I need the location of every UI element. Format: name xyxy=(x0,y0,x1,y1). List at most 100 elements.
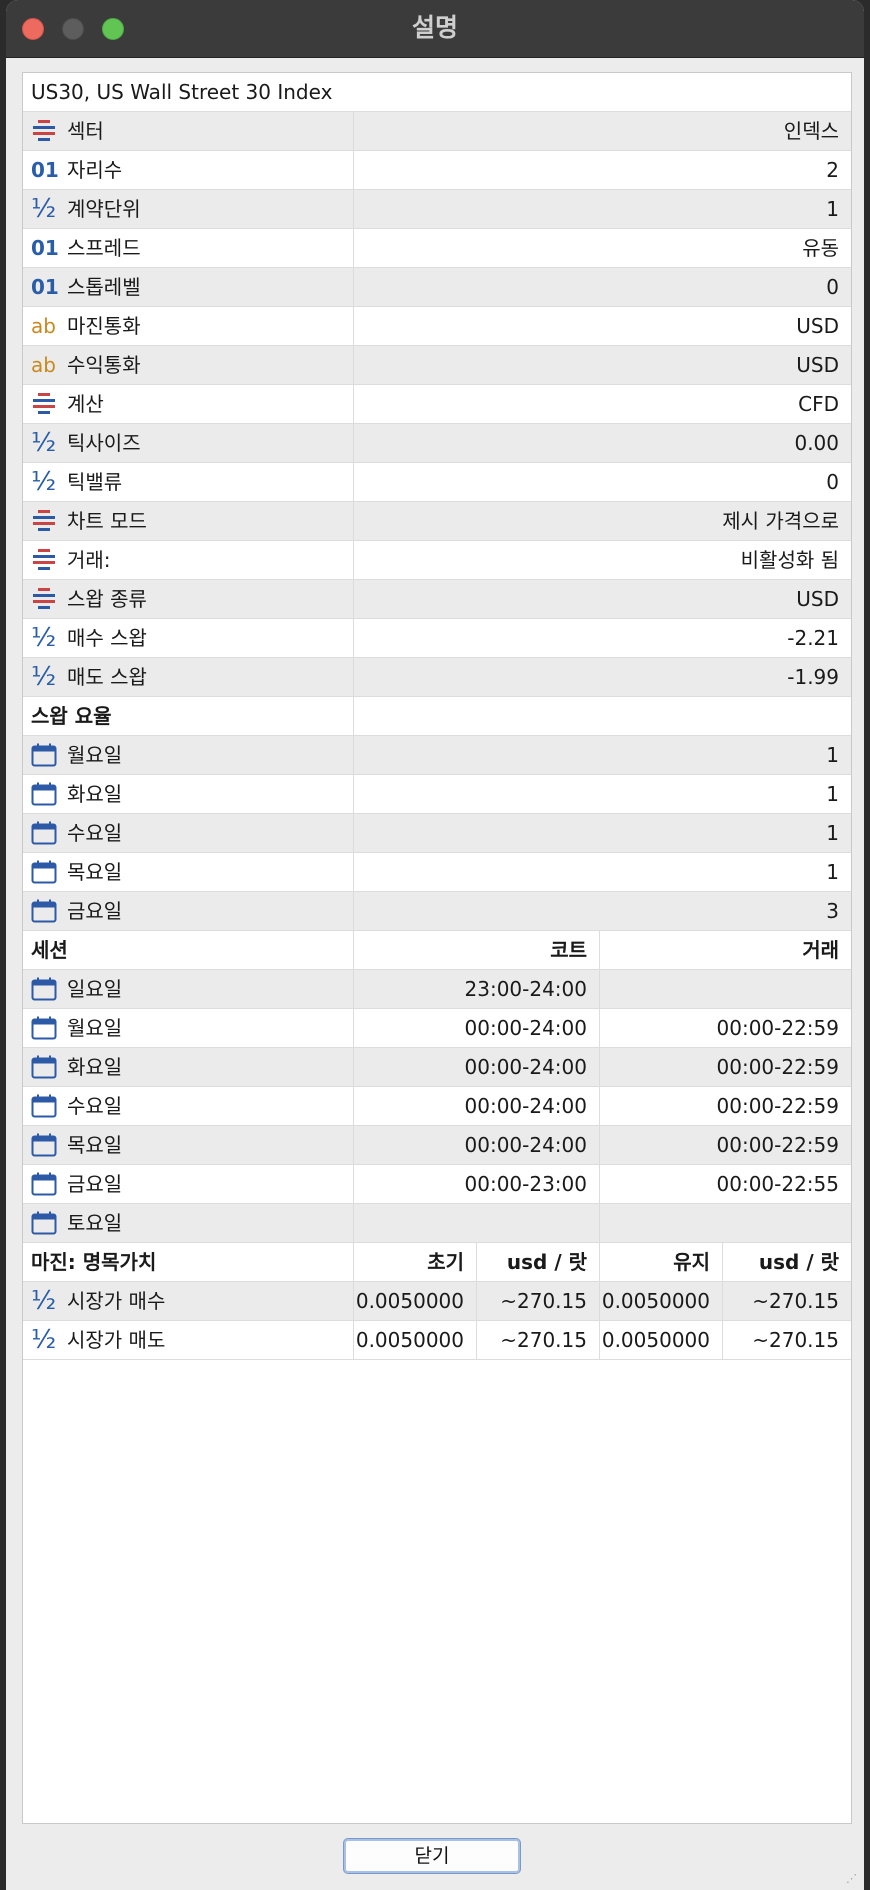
property-value: 비활성화 됨 xyxy=(353,541,851,579)
property-row[interactable]: 01 스톱레벨 0 xyxy=(23,268,851,307)
specification-table[interactable]: US30, US Wall Street 30 Index 섹터 인덱스 0 1 자리수… xyxy=(22,72,852,1824)
property-row[interactable]: 섹터 인덱스 xyxy=(23,112,851,151)
swap-rate-value: 1 xyxy=(353,814,851,852)
margin-header-row[interactable]: 마진: 명목가치 초기 usd / 랏 유지 usd / 랏 xyxy=(23,1243,851,1282)
margin-initial-rate: 0.0050000 xyxy=(353,1321,476,1359)
swap-rates-header-empty xyxy=(353,697,851,735)
property-row[interactable]: ½ 틱사이즈 0.00 xyxy=(23,424,851,463)
property-value: 0 xyxy=(353,268,851,306)
margin-maintenance-unit-header: usd / 랏 xyxy=(722,1243,851,1281)
property-value: USD xyxy=(353,307,851,345)
property-row[interactable]: 차트 모드 제시 가격으로 xyxy=(23,502,851,541)
property-name: 금요일 xyxy=(67,1172,123,1196)
property-row[interactable]: ½ 매수 스왑 -2.21 xyxy=(23,619,851,658)
swap-rate-row[interactable]: 목요일 1 xyxy=(23,853,851,892)
session-quote-hours xyxy=(353,1204,599,1242)
symbol-specification-window: 설명 US30, US Wall Street 30 Index 섹터 인덱스 0 1… xyxy=(6,0,864,1890)
property-name: 화요일 xyxy=(67,782,123,806)
margin-initial-unit-header: usd / 랏 xyxy=(476,1243,599,1281)
session-row[interactable]: 금요일 00:00-23:00 00:00-22:55 xyxy=(23,1165,851,1204)
property-row[interactable]: ½ 틱밸류 0 xyxy=(23,463,851,502)
property-row[interactable]: 거래: 비활성화 됨 xyxy=(23,541,851,580)
close-button[interactable]: 닫기 xyxy=(343,1838,521,1874)
margin-maintenance-usd: ~270.15 xyxy=(722,1282,851,1320)
margin-initial-header: 초기 xyxy=(353,1243,476,1281)
property-value: 0 xyxy=(353,463,851,501)
session-row[interactable]: 화요일 00:00-24:00 00:00-22:59 xyxy=(23,1048,851,1087)
property-row[interactable]: 계산 CFD xyxy=(23,385,851,424)
property-name: 세션 xyxy=(31,938,68,962)
property-value: USD xyxy=(353,346,851,384)
property-value: -2.21 xyxy=(353,619,851,657)
sessions-quote-header: 코트 xyxy=(353,931,599,969)
session-trade-hours: 00:00-22:55 xyxy=(599,1165,851,1203)
property-name: 스왑 종류 xyxy=(67,587,147,611)
margin-initial-rate: 0.0050000 xyxy=(353,1282,476,1320)
margin-initial-usd: ~270.15 xyxy=(476,1321,599,1359)
margin-maintenance-rate: 0.0050000 xyxy=(599,1321,722,1359)
property-row[interactable]: 01 스프레드 유동 xyxy=(23,229,851,268)
property-value: 2 xyxy=(353,151,851,189)
property-name: 스프레드 xyxy=(67,236,141,260)
property-row[interactable]: ab 마진통화 USD xyxy=(23,307,851,346)
property-row[interactable]: 01 자리수 2 xyxy=(23,151,851,190)
swap-rate-row[interactable]: 월요일 1 xyxy=(23,736,851,775)
property-name: 마진: 명목가치 xyxy=(31,1250,157,1274)
resize-grip-icon[interactable]: ⋰ xyxy=(846,1872,860,1886)
property-name: 목요일 xyxy=(67,860,123,884)
property-name: 계산 xyxy=(67,392,104,416)
swap-rate-row[interactable]: 화요일 1 xyxy=(23,775,851,814)
swap-rate-value: 1 xyxy=(353,736,851,774)
property-value: 인덱스 xyxy=(353,112,851,150)
property-row[interactable]: ab 수익통화 USD xyxy=(23,346,851,385)
property-name: 수요일 xyxy=(67,1094,123,1118)
sessions-header-row[interactable]: 세션 코트 거래 xyxy=(23,931,851,970)
property-value: -1.99 xyxy=(353,658,851,696)
property-row[interactable]: ½ 매도 스왑 -1.99 xyxy=(23,658,851,697)
session-trade-hours: 00:00-22:59 xyxy=(599,1009,851,1047)
session-quote-hours: 23:00-24:00 xyxy=(353,970,599,1008)
margin-maintenance-header: 유지 xyxy=(599,1243,722,1281)
property-name: 틱밸류 xyxy=(67,470,123,494)
property-name: 차트 모드 xyxy=(67,509,147,533)
session-trade-hours: 00:00-22:59 xyxy=(599,1126,851,1164)
property-value: 0.00 xyxy=(353,424,851,462)
property-name: 자리수 xyxy=(67,158,123,182)
property-name: 일요일 xyxy=(67,977,123,1001)
property-name: 섹터 xyxy=(67,119,104,143)
property-row[interactable]: ½ 계약단위 1 xyxy=(23,190,851,229)
session-row[interactable]: 월요일 00:00-24:00 00:00-22:59 xyxy=(23,1009,851,1048)
property-name: 스톱레벨 xyxy=(67,275,141,299)
property-name: 틱사이즈 xyxy=(67,431,141,455)
swap-rate-row[interactable]: 금요일 3 xyxy=(23,892,851,931)
margin-maintenance-rate: 0.0050000 xyxy=(599,1282,722,1320)
session-trade-hours: 00:00-22:59 xyxy=(599,1087,851,1125)
property-value: 유동 xyxy=(353,229,851,267)
session-trade-hours xyxy=(599,970,851,1008)
session-row[interactable]: 토요일 xyxy=(23,1204,851,1243)
session-quote-hours: 00:00-23:00 xyxy=(353,1165,599,1203)
symbol-title-row: US30, US Wall Street 30 Index xyxy=(23,73,851,112)
session-row[interactable]: 목요일 00:00-24:00 00:00-22:59 xyxy=(23,1126,851,1165)
session-quote-hours: 00:00-24:00 xyxy=(353,1126,599,1164)
property-name: 마진통화 xyxy=(67,314,141,338)
property-name: 시장가 매도 xyxy=(67,1328,166,1352)
swap-rates-header-row[interactable]: 스왑 요율 xyxy=(23,697,851,736)
session-row[interactable]: 수요일 00:00-24:00 00:00-22:59 xyxy=(23,1087,851,1126)
session-quote-hours: 00:00-24:00 xyxy=(353,1048,599,1086)
property-name: 계약단위 xyxy=(67,197,141,221)
margin-maintenance-usd: ~270.15 xyxy=(722,1321,851,1359)
session-row[interactable]: 일요일 23:00-24:00 xyxy=(23,970,851,1009)
margin-row[interactable]: ½ 시장가 매도 0.0050000 ~270.15 0.0050000 ~270.15 xyxy=(23,1321,851,1360)
margin-initial-usd: ~270.15 xyxy=(476,1282,599,1320)
swap-rate-row[interactable]: 수요일 1 xyxy=(23,814,851,853)
session-quote-hours: 00:00-24:00 xyxy=(353,1009,599,1047)
property-name: 목요일 xyxy=(67,1133,123,1157)
swap-rate-value: 1 xyxy=(353,853,851,891)
property-row[interactable]: 스왑 종류 USD xyxy=(23,580,851,619)
sessions-trade-header: 거래 xyxy=(599,931,851,969)
margin-row[interactable]: ½ 시장가 매수 0.0050000 ~270.15 0.0050000 ~270.15 xyxy=(23,1282,851,1321)
property-value: USD xyxy=(353,580,851,618)
title-bar: 설명 xyxy=(6,0,864,58)
property-value: 제시 가격으로 xyxy=(353,502,851,540)
